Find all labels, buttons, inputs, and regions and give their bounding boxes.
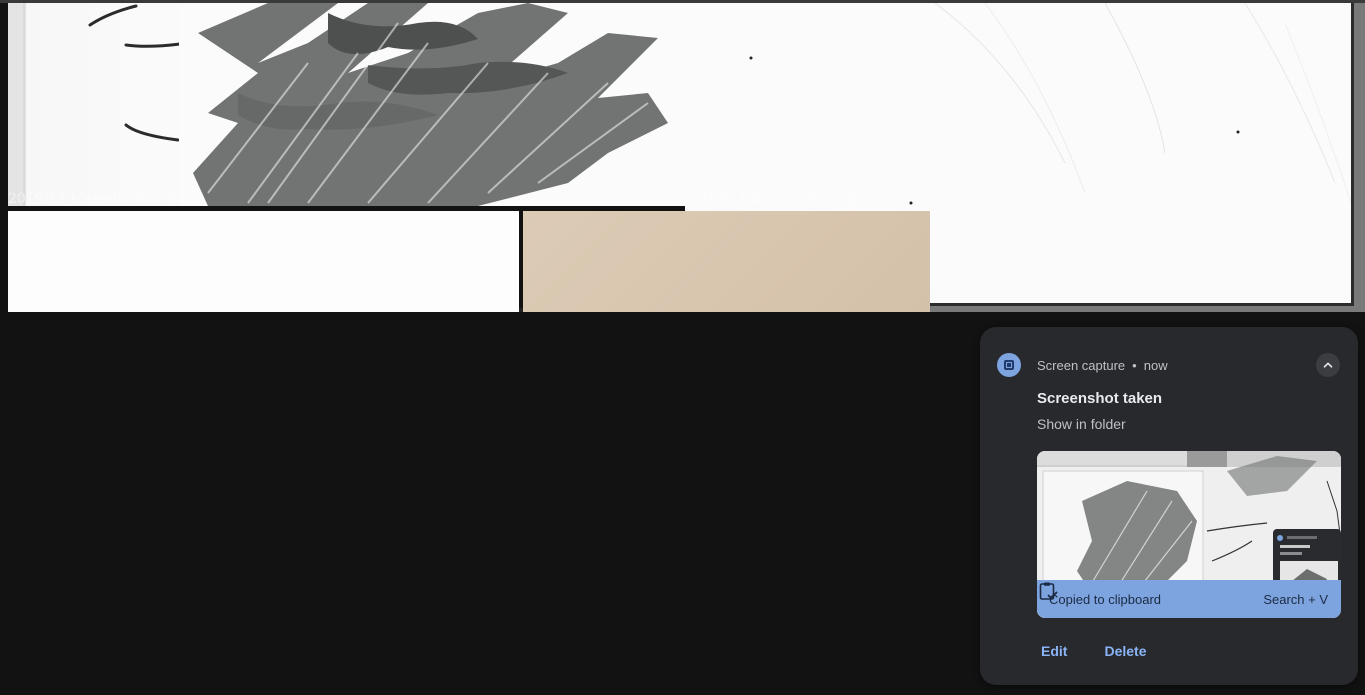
copied-to-clipboard-banner: Copied to clipboard Search + V [1037,580,1341,618]
clipboard-check-icon [1039,582,1058,600]
notification-actions: Edit Delete [1041,643,1146,659]
screenshot-notification: Screen capture • now Screenshot taken Sh… [980,327,1358,685]
app-name: Screen capture [1037,358,1126,373]
header-separator: • [1132,358,1137,373]
image-caption: 2019/13-blaiselarmee.jpg [8,191,189,207]
chevron-up-icon [1323,362,1333,368]
image-gallery: 2019/13-blaiselarmee.jpg 2019/14-blaisel… [0,0,1365,312]
screenshot-preview[interactable]: Copied to clipboard Search + V [1037,451,1341,618]
gallery-image-16[interactable] [523,211,930,312]
show-in-folder-link[interactable]: Show in folder [1037,416,1126,432]
delete-button[interactable]: Delete [1104,643,1146,659]
edit-button[interactable]: Edit [1041,643,1067,659]
image-caption: 2019/14-blaiselarmee.jpg [689,191,870,207]
notification-time: now [1143,358,1168,373]
notification-header: Screen capture • now [1037,358,1168,373]
paste-shortcut: Search + V [1263,591,1328,607]
gallery-image-15[interactable] [8,211,519,312]
gallery-image-13[interactable] [8,3,690,206]
brush-artwork [8,3,689,206]
collapse-button[interactable] [1316,353,1340,377]
screen-capture-icon [997,353,1021,377]
clipboard-label: Copied to clipboard [1049,591,1162,607]
notification-title: Screenshot taken [1037,390,1163,407]
